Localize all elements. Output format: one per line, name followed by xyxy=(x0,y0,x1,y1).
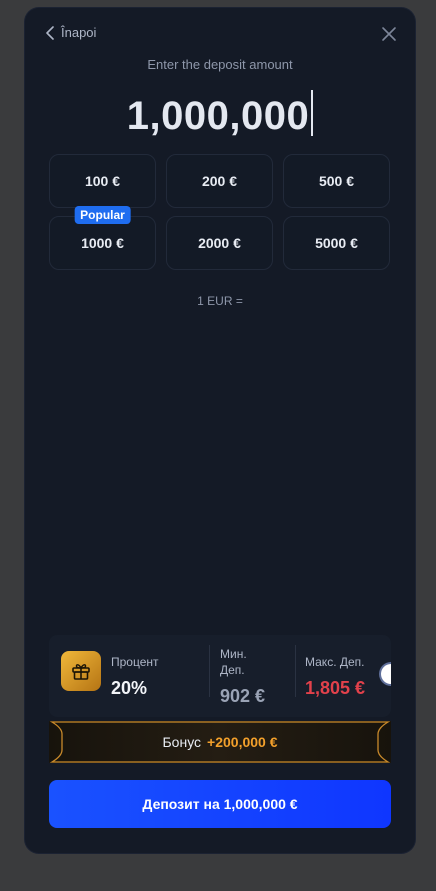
preset-2000-button[interactable]: 2000 € xyxy=(166,216,273,270)
preset-5000-button[interactable]: 5000 € xyxy=(283,216,390,270)
chevron-left-icon xyxy=(46,25,54,40)
preset-label: 5000 € xyxy=(315,235,358,251)
modal-header: Înapoi xyxy=(25,8,415,60)
preset-label: 2000 € xyxy=(198,235,241,251)
bonus-banner: Бонус +200,000 € xyxy=(49,721,391,763)
preset-label: 200 € xyxy=(201,173,238,189)
preset-500-button[interactable]: 500 € xyxy=(283,154,390,208)
bonus-text: Бонус +200,000 € xyxy=(49,721,391,763)
preset-amounts: 100 € 200 € 500 € Popular 1000 € 2000 € … xyxy=(49,154,391,270)
deposit-submit-label: Депозит на 1,000,000 € xyxy=(142,796,298,812)
amount-value: 1,000,000 xyxy=(126,94,310,138)
deposit-prompt: Enter the deposit amount xyxy=(147,57,293,72)
preset-label: 500 € xyxy=(318,173,355,189)
popular-badge: Popular xyxy=(74,206,131,224)
preset-1000-button[interactable]: Popular 1000 € xyxy=(49,206,156,270)
exchange-rate: 1 EUR = xyxy=(197,294,243,308)
preset-label: 1000 € xyxy=(81,235,124,251)
preset-label: 100 € xyxy=(84,173,121,189)
back-label: Înapoi xyxy=(61,25,97,40)
close-icon[interactable] xyxy=(381,26,397,42)
bonus-value: +200,000 € xyxy=(207,734,278,750)
stats-divider xyxy=(209,645,210,697)
min-label-line2: Деп. xyxy=(220,663,245,677)
preset-100-button[interactable]: 100 € xyxy=(49,154,156,208)
deposit-stats-panel: Процент 20% Мин. Деп. 902 € Макс. Деп. 1… xyxy=(49,635,391,717)
bonus-toggle[interactable] xyxy=(379,662,391,686)
max-label: Макс. Деп. xyxy=(305,655,365,669)
max-value: 1,805 € xyxy=(305,678,366,698)
gift-icon xyxy=(61,651,101,691)
back-button[interactable]: Înapoi xyxy=(45,25,96,40)
text-caret xyxy=(311,90,314,136)
min-value: 902 € xyxy=(220,686,266,706)
bonus-label: Бонус xyxy=(162,734,202,750)
percent-value: 20% xyxy=(111,678,148,698)
deposit-submit-button[interactable]: Депозит на 1,000,000 € xyxy=(49,780,391,828)
stats-divider xyxy=(295,645,296,697)
amount-input[interactable]: 1,000,000 xyxy=(25,90,415,146)
percent-label: Процент xyxy=(111,655,159,669)
deposit-modal: Înapoi Enter the deposit amount 1,000,00… xyxy=(25,8,415,853)
min-label-line1: Мин. xyxy=(220,647,247,661)
toggle-knob xyxy=(381,664,391,684)
preset-200-button[interactable]: 200 € xyxy=(166,154,273,208)
